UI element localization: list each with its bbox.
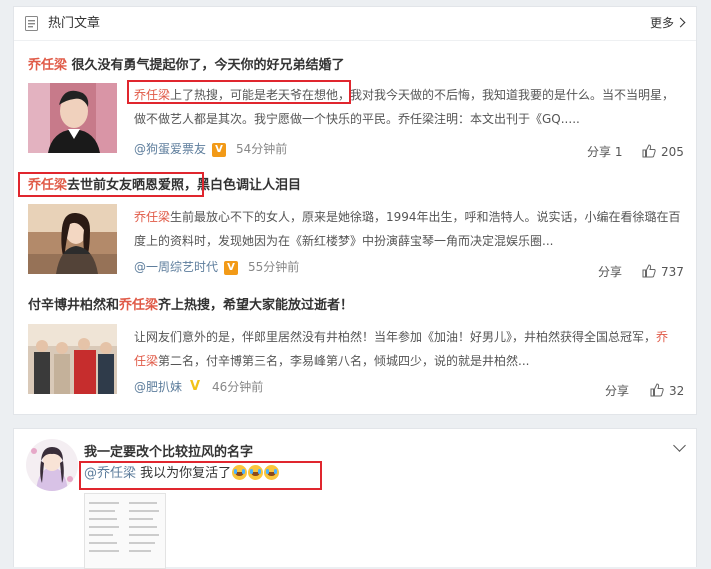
chevron-right-icon [675,17,686,28]
author-row: @狗蛋爱票友 V 54分钟前 [134,141,287,158]
excerpt-line-2: 第二名，付辛博第三名，李易峰第八名，倾城四少，说的就是井柏然... [158,354,530,368]
author-link[interactable]: @肥扒妹 [134,380,182,394]
excerpt-highlight: 乔任梁 [134,210,171,224]
title-highlight: 乔任梁 [28,58,68,73]
article-thumbnail[interactable] [28,83,117,153]
article-title[interactable]: 付辛博井柏然和乔任梁齐上热搜，希望大家能放过逝者！ [28,297,353,315]
highlight-annotation-box [127,80,351,104]
title-text-pre: 付辛博井柏然和 [28,298,120,313]
title-text: 很久没有勇气提起你了，今天你的好兄弟结婚了 [67,58,345,73]
article-excerpt: 乔任梁生前最放心不下的女人，原来是她徐璐，1994年出生，呼和浩特人。说实话，小… [134,205,682,253]
weibo-post-card: 我一定要改个比较拉风的名字 @乔任梁 我以为你复活了 [13,428,697,569]
article-item: 付辛博井柏然和乔任梁齐上热搜，希望大家能放过逝者！ 让网友们意外的是，伴郎里居然… [14,297,696,417]
post-image-thumbnail[interactable] [84,493,166,569]
like-count: 737 [661,265,684,279]
article-excerpt: 让网友们意外的是，伴郎里居然没有井柏然！当年参加《加油！好男儿》，井柏然获得全国… [134,325,682,373]
chevron-down-icon[interactable] [673,439,686,452]
more-link[interactable]: 更多 [649,16,686,31]
author-link[interactable]: @狗蛋爱票友 [134,142,206,156]
post-time: 54分钟前 [236,142,288,156]
title-highlight: 乔任梁 [119,298,159,313]
article-thumbnail[interactable] [28,204,117,274]
article-title[interactable]: 乔任梁 很久没有勇气提起你了，今天你的好兄弟结婚了 [28,57,345,75]
verified-badge-icon: V [224,261,239,275]
article-thumbnail[interactable] [28,324,117,394]
share-button[interactable]: 分享 [605,383,629,399]
post-time: 46分钟前 [212,380,264,394]
excerpt-line-2: 做不做艺人都是其次。我宁愿做一个快乐的平民。乔任梁注明：本文出刊于《GQ....… [134,112,580,126]
verified-badge-icon: V [212,143,227,157]
like-button[interactable]: 32 [650,383,684,399]
title-text: 齐上热搜，希望大家能放过逝者！ [158,298,354,313]
article-item: 乔任梁 很久没有勇气提起你了，今天你的好兄弟结婚了 乔任梁上了热搜，可能是老天爷… [14,57,696,177]
excerpt-highlight-1: 乔 [656,330,669,344]
like-count: 32 [669,384,685,398]
article-icon [25,16,38,31]
highlight-annotation-box [18,172,204,197]
post-author-name[interactable]: 我一定要改个比较拉风的名字 [84,441,253,460]
thumbs-up-icon [642,264,656,278]
more-label: 更多 [649,16,674,30]
excerpt-line-1: 生前最放心不下的女人，原来是她徐璐，1994年出生，呼和浩特人。说实话，小编在看… [170,210,681,224]
thumbs-up-icon [650,383,664,397]
hot-articles-card: 热门文章 更多 乔任梁 很久没有勇气提起你了，今天你的好兄弟结婚了 乔任梁上了热… [13,6,697,415]
highlight-annotation-box [79,461,322,490]
like-button[interactable]: 205 [642,144,684,160]
author-link[interactable]: @一周综艺时代 [134,260,218,274]
avatar[interactable] [26,439,78,491]
like-button[interactable]: 737 [642,264,684,280]
excerpt-line-1: 让网友们意外的是，伴郎里居然没有井柏然！当年参加《加油！好男儿》，井柏然获得全国… [134,330,657,344]
author-row: @一周综艺时代 V 55分钟前 [134,259,299,276]
thumbs-up-icon [642,144,656,158]
excerpt-highlight-2: 任梁 [134,354,159,368]
card-title: 热门文章 [48,16,101,31]
share-button[interactable]: 分享 [598,264,622,280]
verified-badge-icon: V [188,379,203,394]
excerpt-line-2: 度上的资料时，发现她因为在《新红楼梦》中扮演薛宝琴一角而决定混娱乐圈... [134,234,554,248]
like-count: 205 [661,145,684,159]
card-header: 热门文章 更多 [14,7,696,41]
post-time: 55分钟前 [248,260,300,274]
author-row: @肥扒妹 V 46分钟前 [134,379,263,395]
share-button[interactable]: 分享 1 [587,144,622,160]
